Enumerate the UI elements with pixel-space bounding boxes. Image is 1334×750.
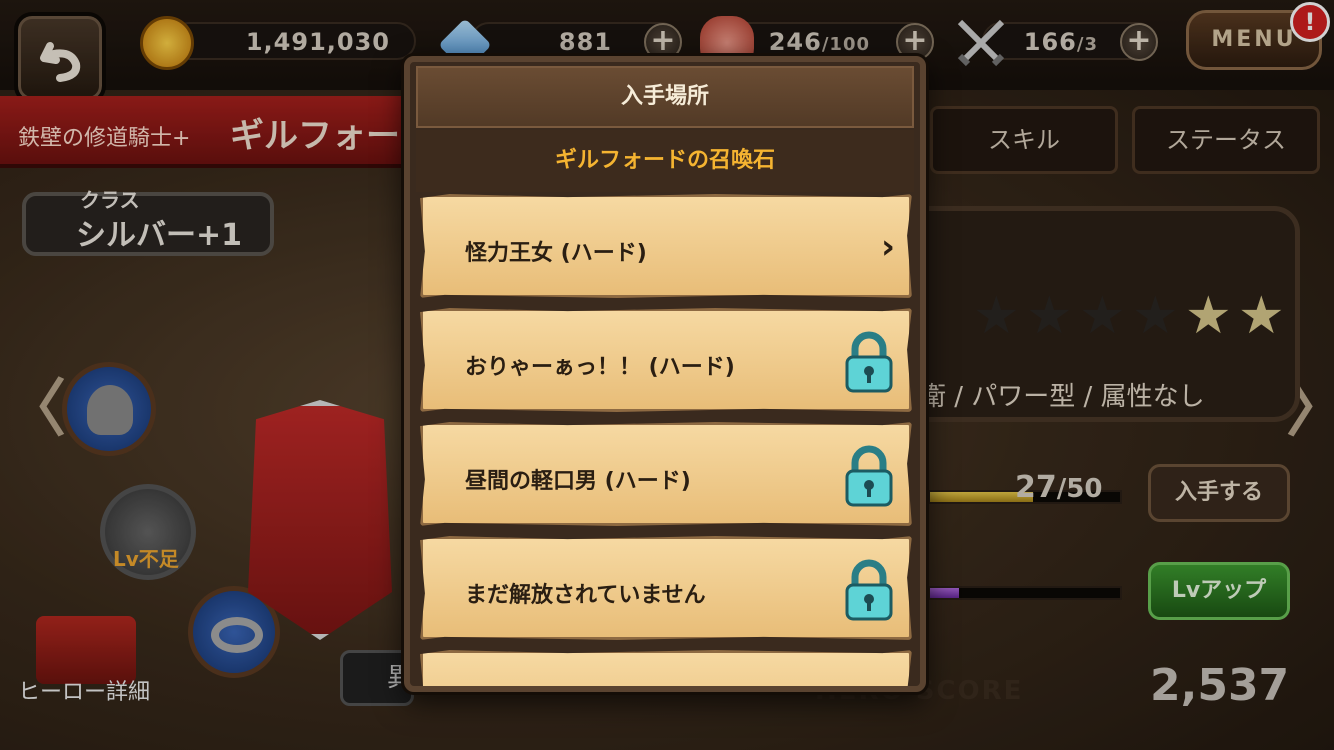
star-icon: ★ bbox=[1026, 286, 1073, 346]
lv-shortage-label: Lv不足 bbox=[113, 547, 179, 571]
location-item[interactable]: 昼間の軽口男 (ハード) bbox=[420, 422, 912, 526]
back-arrow-icon bbox=[40, 42, 81, 82]
belt-equip-slot[interactable]: Lv不足 bbox=[100, 484, 196, 580]
lock-icon bbox=[845, 559, 893, 621]
gem-value: 881 bbox=[558, 28, 612, 56]
stamina-current: 246 bbox=[768, 28, 822, 56]
shard-max: /50 bbox=[1056, 474, 1103, 504]
shard-count: 27/50 bbox=[1015, 470, 1102, 505]
lock-icon bbox=[845, 445, 893, 507]
location-item-label: まだ解放されていません bbox=[465, 583, 706, 608]
location-item[interactable]: まだ解放されていません bbox=[420, 536, 912, 640]
battle-current: 166 bbox=[1023, 28, 1077, 56]
modal-title: 入手場所 bbox=[416, 66, 914, 128]
exp-progress-fill bbox=[930, 588, 959, 598]
hero-name: ギルフォー bbox=[230, 116, 400, 156]
helmet-icon bbox=[87, 385, 133, 435]
star-icon: ★ bbox=[1079, 286, 1126, 346]
location-item-label: 怪力王女 (ハード) bbox=[465, 241, 647, 266]
tab-status[interactable]: ステータス bbox=[1132, 106, 1320, 174]
partial-button[interactable]: 異 bbox=[340, 650, 414, 706]
battle-max: /3 bbox=[1076, 34, 1098, 55]
shard-current: 27 bbox=[1015, 470, 1057, 505]
star-icon: ★ bbox=[1132, 286, 1179, 346]
gold-value: 1,491,030 bbox=[245, 28, 390, 56]
star-icon: ★ bbox=[973, 286, 1020, 346]
hero-detail-label[interactable]: ヒーロー詳細 bbox=[18, 674, 150, 706]
lock-icon bbox=[845, 331, 893, 393]
class-label: クラス bbox=[80, 188, 140, 212]
stamina-counter: 246/100 + bbox=[700, 16, 934, 70]
location-item[interactable]: おりゃーぁっ！！ (ハード) bbox=[420, 308, 912, 412]
ring-icon bbox=[211, 617, 263, 653]
class-box: クラス シルバー+1 bbox=[22, 188, 274, 256]
star-icon: ★ bbox=[1238, 286, 1285, 346]
gem-counter: 881 + bbox=[438, 18, 682, 72]
chevron-right-icon: › bbox=[880, 227, 895, 267]
obtain-location-modal: 入手場所 ギルフォードの召喚石 怪力王女 (ハード) › おりゃーぁっ！！ (ハ… bbox=[404, 56, 926, 692]
crossed-swords-icon bbox=[954, 16, 1008, 70]
level-up-button[interactable]: Lvアップ bbox=[1148, 562, 1290, 620]
tab-skill[interactable]: スキル bbox=[930, 106, 1118, 174]
gold-counter: 1,491,030 bbox=[140, 16, 416, 70]
hero-title: 鉄壁の修道騎士+ bbox=[18, 126, 191, 151]
gold-coin-icon bbox=[140, 16, 194, 70]
obtain-button[interactable]: 入手する bbox=[1148, 464, 1290, 522]
hero-type-text: 衛 / パワー型 / 属性なし bbox=[920, 382, 1205, 412]
location-item-label: おりゃーぁっ！！ (ハード) bbox=[465, 355, 735, 380]
exp-progress-bar bbox=[928, 586, 1122, 600]
location-item[interactable] bbox=[420, 650, 912, 686]
hero-score-value: 2,537 bbox=[1150, 660, 1290, 711]
modal-subtitle: ギルフォードの召喚石 bbox=[416, 130, 914, 192]
helmet-equip-slot[interactable] bbox=[62, 362, 156, 456]
battle-counter: 166/3 + bbox=[957, 19, 1158, 67]
location-item[interactable]: 怪力王女 (ハード) › bbox=[420, 194, 912, 298]
location-item-label: 昼間の軽口男 (ハード) bbox=[465, 469, 691, 494]
add-battles-button[interactable]: + bbox=[1120, 23, 1158, 61]
back-button[interactable] bbox=[14, 12, 106, 104]
hero-name-banner: 鉄壁の修道騎士+ ギルフォー bbox=[0, 96, 410, 168]
star-icon: ★ bbox=[1185, 286, 1232, 346]
class-value: シルバー+1 bbox=[76, 218, 243, 253]
prev-hero-arrow[interactable]: 〈 bbox=[4, 358, 66, 448]
notification-badge: ! bbox=[1290, 2, 1330, 42]
stamina-max: /100 bbox=[821, 34, 870, 55]
location-list[interactable]: 怪力王女 (ハード) › おりゃーぁっ！！ (ハード) 昼間の軽口男 (ハード)… bbox=[420, 194, 912, 686]
